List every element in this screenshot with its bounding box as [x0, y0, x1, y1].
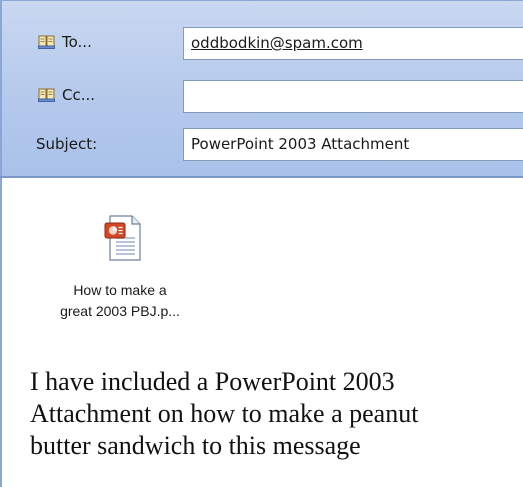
- message-line: I have included a PowerPoint 2003: [30, 367, 395, 396]
- cc-button-label: Cc...: [62, 86, 96, 104]
- to-button[interactable]: To...: [38, 29, 92, 55]
- cc-field[interactable]: [183, 80, 523, 113]
- subject-label: Subject:: [36, 135, 98, 153]
- cc-button[interactable]: Cc...: [38, 82, 95, 108]
- powerpoint-file-icon: [104, 214, 144, 262]
- address-book-icon: [38, 34, 56, 50]
- to-row: To... oddbodkin@spam.com: [2, 27, 523, 61]
- message-header: To... oddbodkin@spam.com Cc... Subject: …: [0, 0, 523, 178]
- to-button-label: To...: [62, 33, 92, 51]
- attachment-name-line2: great 2003 PBJ.p...: [60, 303, 180, 319]
- attachment-name: How to make a great 2003 PBJ.p...: [22, 280, 218, 322]
- attachment-name-line1: How to make a: [73, 282, 167, 298]
- message-text: I have included a PowerPoint 2003 Attach…: [30, 366, 523, 462]
- cc-row: Cc...: [2, 80, 523, 114]
- address-book-icon: [38, 87, 56, 103]
- to-field[interactable]: oddbodkin@spam.com: [183, 27, 523, 60]
- message-line: Attachment on how to make a peanut: [30, 399, 419, 428]
- subject-field[interactable]: PowerPoint 2003 Attachment: [183, 128, 523, 161]
- message-line: butter sandwich to this message: [30, 431, 361, 460]
- subject-row: Subject: PowerPoint 2003 Attachment: [2, 128, 523, 162]
- message-body[interactable]: How to make a great 2003 PBJ.p... I have…: [0, 178, 523, 487]
